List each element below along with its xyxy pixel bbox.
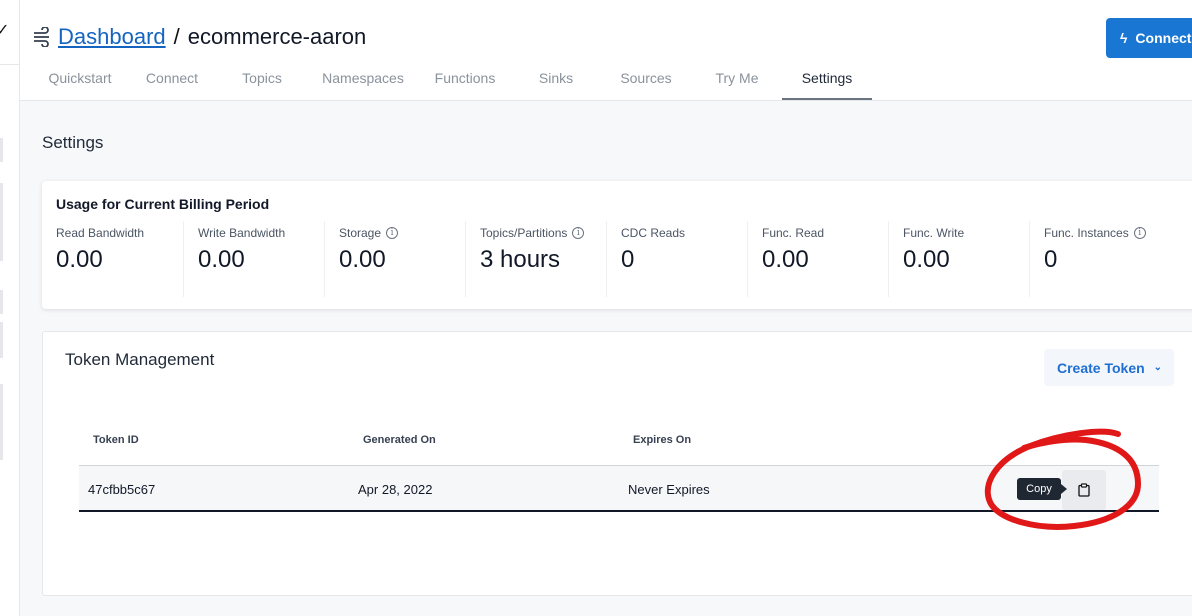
token-management-title: Token Management (65, 350, 215, 369)
chevron-down-icon: ⌄ (1153, 362, 1163, 373)
rail-marker (0, 183, 3, 261)
clipboard-icon (1078, 483, 1090, 497)
metric-cdc-reads: CDC Reads 0 (606, 221, 747, 297)
metric-storage: Storage i 0.00 (324, 221, 465, 297)
expires-on-cell: Never Expires (628, 482, 710, 497)
rail-marker (0, 138, 3, 162)
column-header-generated-on: Generated On (363, 434, 436, 446)
metric-value: 3 hours (480, 246, 561, 273)
metric-func-instances: Func. Instances i 0 (1029, 221, 1170, 297)
column-header-token-id: Token ID (93, 434, 139, 446)
tab-settings[interactable]: Settings (782, 62, 872, 100)
connect-button-label: Connect (1135, 30, 1192, 46)
breadcrumb: Dashboard / ecommerce-aaron (32, 24, 366, 50)
info-icon[interactable]: i (572, 227, 585, 239)
metric-write-bandwidth: Write Bandwidth 0.00 (183, 221, 324, 297)
metric-value: 0.00 (339, 246, 386, 273)
tab-sinks[interactable]: Sinks (524, 62, 588, 100)
chevron-icon[interactable]: ✓ (0, 20, 9, 40)
database-name: ecommerce-aaron (187, 24, 367, 49)
metric-topics-partitions: Topics/Partitions i 3 hours (465, 221, 606, 297)
copy-token-button[interactable] (1062, 470, 1106, 510)
metric-label: CDC Reads (621, 226, 686, 240)
create-token-button[interactable]: Create Token ⌄ (1044, 349, 1174, 386)
info-icon[interactable]: i (386, 227, 399, 239)
metric-label: Topics/Partitions (480, 226, 568, 240)
breadcrumb-separator: / (173, 24, 180, 49)
metric-value: 0.00 (56, 246, 103, 273)
tab-try-me[interactable]: Try Me (702, 62, 772, 100)
usage-title: Usage for Current Billing Period (56, 196, 270, 212)
token-id-cell: 47cfbb5c67 (88, 482, 156, 497)
metric-value: 0 (1044, 246, 1058, 273)
rail-marker (0, 384, 3, 460)
header: Dashboard / ecommerce-aaron ϟ Connect Qu… (20, 0, 1192, 101)
stream-icon (34, 27, 49, 47)
tab-sources[interactable]: Sources (610, 62, 682, 100)
tab-topics[interactable]: Topics (228, 62, 296, 100)
bolt-icon: ϟ (1120, 30, 1128, 46)
usage-card: Usage for Current Billing Period Read Ba… (42, 181, 1192, 309)
tab-quickstart[interactable]: Quickstart (37, 62, 123, 100)
token-management-card: Token Management Create Token ⌄ Token ID… (42, 331, 1192, 596)
generated-on-cell: Apr 28, 2022 (358, 482, 433, 497)
tab-bar: Quickstart Connect Topics Namespaces Fun… (20, 62, 1192, 100)
table-row: 47cfbb5c67 Apr 28, 2022 Never Expires (79, 465, 1159, 512)
metric-func-write: Func. Write 0.00 (888, 221, 1029, 297)
metric-value: 0.00 (903, 246, 950, 273)
rail-marker (0, 322, 3, 358)
metric-value: 0.00 (198, 246, 245, 273)
info-icon[interactable]: i (1133, 227, 1146, 239)
metric-value: 0.00 (762, 246, 809, 273)
metric-read-bandwidth: Read Bandwidth 0.00 (42, 221, 183, 297)
metric-label: Read Bandwidth (56, 226, 145, 240)
connect-button[interactable]: ϟ Connect (1106, 18, 1192, 58)
dashboard-link[interactable]: Dashboard (58, 24, 166, 50)
left-rail: ✓ (0, 0, 20, 616)
metric-value: 0 (621, 246, 635, 273)
metric-label: Storage (339, 226, 382, 240)
tab-namespaces[interactable]: Namespaces (312, 62, 414, 100)
metric-label: Func. Instances (1044, 226, 1129, 240)
metric-label: Func. Write (903, 226, 965, 240)
rail-divider (0, 64, 20, 65)
page-title: Settings (42, 133, 104, 152)
create-token-label: Create Token (1057, 359, 1145, 376)
metric-func-read: Func. Read 0.00 (747, 221, 888, 297)
rail-marker (0, 290, 3, 314)
metric-label: Func. Read (762, 226, 825, 240)
column-header-expires-on: Expires On (633, 434, 692, 446)
copy-tooltip: Copy (1017, 478, 1067, 500)
tab-functions[interactable]: Functions (424, 62, 506, 100)
metric-label: Write Bandwidth (198, 226, 286, 240)
tab-connect[interactable]: Connect (133, 62, 211, 100)
